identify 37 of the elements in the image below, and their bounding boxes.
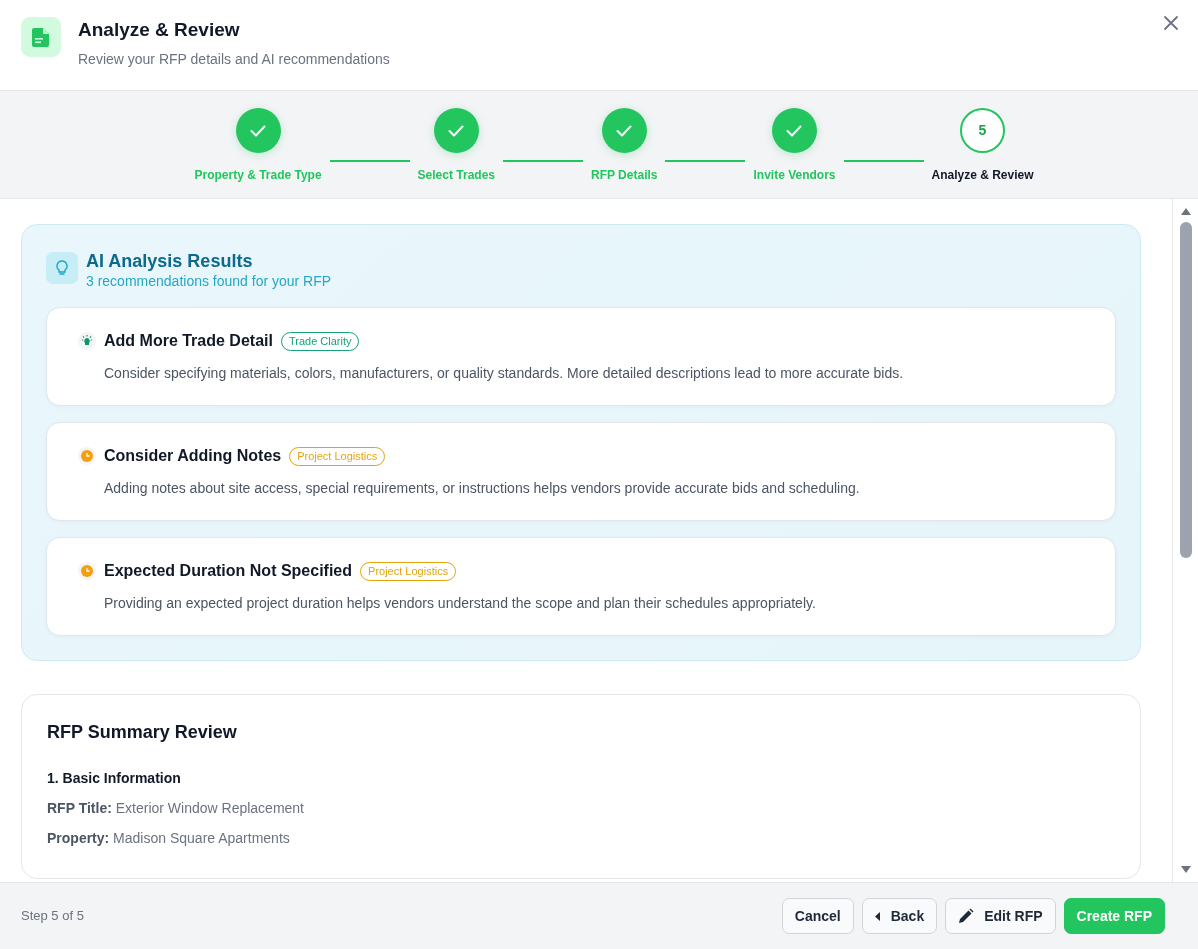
clock-icon [78,562,96,580]
summary-field: Property: Madison Square Apartments [47,828,1115,848]
section-heading: 1. Basic Information [47,769,182,788]
lightbulb-icon [46,252,78,284]
completed-step-icon[interactable] [772,108,817,153]
edit-button[interactable]: Edit RFP [945,898,1056,934]
scrollbar-thumb[interactable] [1179,222,1192,558]
recommendation-text: Providing an expected project duration helps vendors understand the scope and plan their schedules appropriately. [104,594,817,613]
step-label: Property & Trade Type [194,167,322,184]
step-counter: Step 5 of 5 [21,907,84,926]
recommendation-text: Adding notes about site access, special requirements, or instructions helps vendors provide accurate bids and scheduling. [104,479,861,498]
recommendation-title: Expected Duration Not Specified [104,561,353,581]
cancel-button[interactable]: Cancel [781,898,854,934]
scroll-up-arrow-icon[interactable] [1179,207,1192,216]
completed-step-icon[interactable] [235,108,281,153]
summary-title: RFP Summary Review [47,721,238,744]
dialog-title: Analyze & Review [78,18,241,42]
pencil-icon [958,908,975,924]
step-label: Analyze & Review [931,167,1034,184]
caret-icon [874,911,881,921]
recommendation-text: Consider specifying materials, colors, manufacturers, or quality standards. More detailed descriptions lead to more accurate bids. [104,364,905,383]
step-label: RFP Details [591,167,658,184]
dialog-subtitle: Review your RFP details and AI recommendations [78,50,390,69]
step-label: Invite Vendors [753,167,836,184]
document-icon [21,17,61,57]
recommendation-title: Consider Adding Notes [104,446,282,466]
scroll-down-arrow-icon[interactable] [1179,865,1192,874]
back-button[interactable]: Back [861,898,938,934]
lightbulb-icon [78,332,96,350]
completed-step-icon[interactable] [601,108,647,153]
step-label: Select Trades [417,167,495,184]
completed-step-icon[interactable] [433,108,479,153]
recommendation-title: Add More Trade Detail [104,331,273,351]
summary-field: RFP Title: Exterior Window Replacement [47,798,1115,818]
analysis-subtitle: 3 recommendations found for your RFP [86,272,332,290]
clock-icon [78,447,96,465]
analysis-title: AI Analysis Results [86,250,254,272]
